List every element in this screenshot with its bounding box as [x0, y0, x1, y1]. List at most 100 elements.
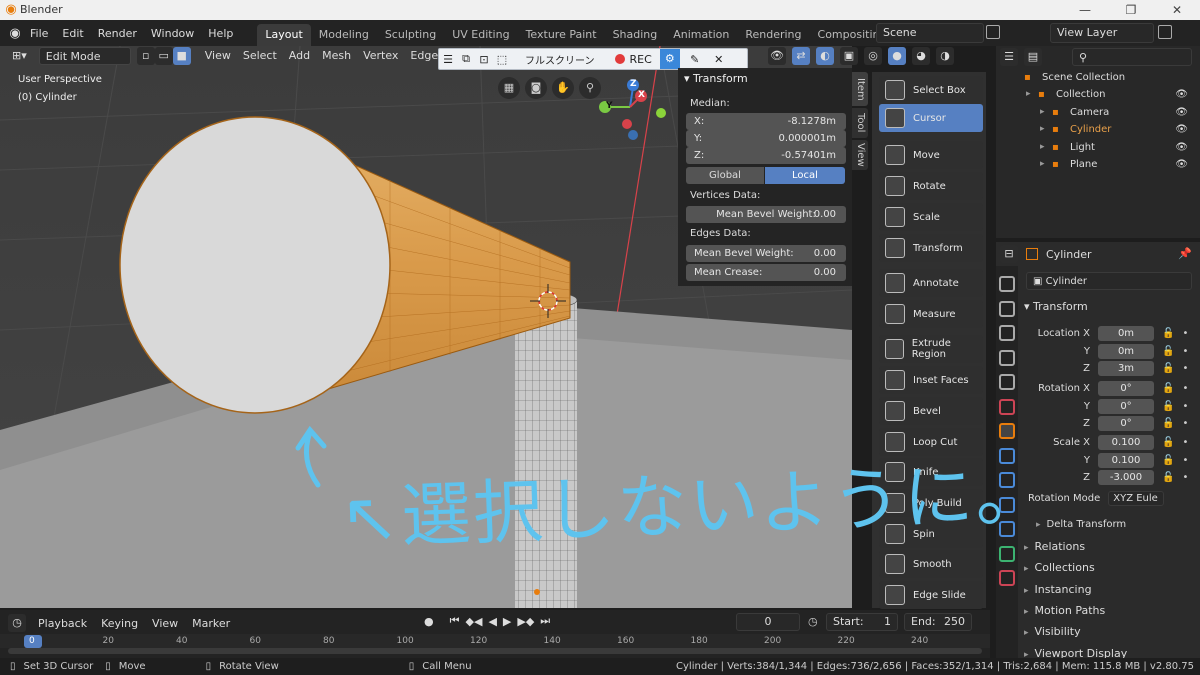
close-window-button[interactable]: ✕: [1154, 0, 1200, 20]
lock-icon[interactable]: 🔓: [1162, 418, 1174, 429]
keyframe-dot-icon[interactable]: •: [1182, 418, 1188, 429]
visibility-eye-icon[interactable]: 👁: [1175, 156, 1188, 173]
tool-select-box[interactable]: Select Box: [879, 76, 983, 104]
vertex-bevel-field[interactable]: Mean Bevel Weight: 0.00: [686, 206, 846, 223]
scene-icon[interactable]: [999, 374, 1015, 390]
global-toggle[interactable]: Global: [686, 167, 764, 184]
tool-transform[interactable]: Transform: [879, 234, 983, 262]
scale-field[interactable]: 0.100: [1098, 452, 1154, 468]
play-reverse-icon[interactable]: ◀: [488, 615, 496, 628]
gizmo-toggle-icon[interactable]: ⇄: [792, 47, 810, 65]
rot-field[interactable]: 0°: [1098, 398, 1154, 414]
lock-icon[interactable]: 🔓: [1162, 401, 1174, 412]
fullscreen-button[interactable]: フルスクリーン: [525, 52, 595, 67]
tool-annotate[interactable]: Annotate: [879, 269, 983, 297]
workspace-tab-uv-editing[interactable]: UV Editing: [444, 24, 517, 46]
tab-item[interactable]: Item: [852, 72, 868, 106]
solid-shading-icon[interactable]: ●: [888, 47, 906, 65]
timeline-menu-playback[interactable]: Playback: [38, 617, 87, 630]
visibility-eye-icon[interactable]: 👁: [1175, 86, 1188, 103]
expand-arrow-icon[interactable]: ▸: [1040, 104, 1052, 121]
window-icon[interactable]: ⧉: [457, 52, 475, 66]
section-motion-paths[interactable]: ▸ Motion Paths: [1024, 604, 1105, 617]
mean-crease-field[interactable]: Mean Crease: 0.00: [686, 264, 846, 281]
keyframe-dot-icon[interactable]: •: [1182, 328, 1188, 339]
vertex-select-icon[interactable]: ▫: [136, 47, 155, 65]
object-icon[interactable]: [999, 423, 1015, 439]
prev-keyframe-icon[interactable]: ◆◀: [466, 615, 483, 628]
local-toggle[interactable]: Local: [765, 167, 845, 184]
keyframe-dot-icon[interactable]: •: [1182, 437, 1188, 448]
workspace-tab-layout[interactable]: Layout: [257, 24, 311, 46]
tool-cursor[interactable]: Cursor: [879, 104, 983, 132]
new-view-layer-icon[interactable]: [1158, 25, 1172, 39]
tool-settings-icon[interactable]: [999, 276, 1015, 292]
rotation-mode-select[interactable]: XYZ Eule: [1108, 491, 1165, 506]
lock-icon[interactable]: 🔓: [1162, 455, 1174, 466]
median-y-field[interactable]: Y: 0.000001m: [686, 130, 846, 147]
settings-gear-icon[interactable]: ⚙: [659, 49, 680, 69]
start-frame-field[interactable]: Start: 1: [826, 613, 898, 631]
outliner-item-plane[interactable]: ▸ ▪ Plane 👁: [1000, 156, 1196, 173]
workspace-tab-texture-paint[interactable]: Texture Paint: [518, 24, 605, 46]
keyframe-dot-icon[interactable]: •: [1182, 472, 1188, 483]
pan-hand-icon[interactable]: ✋: [552, 77, 574, 99]
keyframe-dot-icon[interactable]: •: [1182, 363, 1188, 374]
new-scene-icon[interactable]: [986, 25, 1000, 39]
zoom-icon[interactable]: ⚲: [579, 77, 601, 99]
outliner-item-cylinder[interactable]: ▸ ▪ Cylinder 👁: [1000, 121, 1196, 138]
keyframe-dot-icon[interactable]: •: [1182, 401, 1188, 412]
rendered-shading-icon[interactable]: ◑: [936, 47, 954, 65]
region-icon[interactable]: ⊡: [475, 53, 493, 66]
scene-selector[interactable]: Scene: [876, 23, 984, 43]
maximize-button[interactable]: ❐: [1108, 0, 1154, 20]
visibility-eye-icon[interactable]: 👁: [1175, 121, 1188, 138]
loc-field[interactable]: 3m: [1098, 361, 1154, 376]
next-keyframe-icon[interactable]: ▶◆: [517, 615, 534, 628]
lock-icon[interactable]: 🔓: [1162, 346, 1174, 357]
workspace-tab-sculpting[interactable]: Sculpting: [377, 24, 444, 46]
xray-toggle-icon[interactable]: ▣: [840, 47, 858, 65]
close-recorder-icon[interactable]: ✕: [710, 53, 728, 66]
material-icon[interactable]: [999, 570, 1015, 586]
tool-measure[interactable]: Measure: [879, 300, 983, 328]
viewport-menu-select[interactable]: Select: [237, 47, 283, 65]
section-delta-transform[interactable]: ▸ Delta Transform: [1036, 519, 1126, 530]
end-frame-field[interactable]: End: 250: [904, 613, 972, 631]
menu-file[interactable]: File: [30, 27, 48, 40]
menu-render[interactable]: Render: [98, 27, 137, 40]
tool-inset-faces[interactable]: Inset Faces: [879, 366, 983, 394]
view-layer-selector[interactable]: View Layer: [1050, 23, 1154, 43]
workspace-tab-rendering[interactable]: Rendering: [737, 24, 809, 46]
mode-selector[interactable]: Edit Mode: [38, 47, 131, 65]
pin-icon[interactable]: 📌: [1178, 247, 1192, 260]
expand-arrow-icon[interactable]: ▸: [1040, 121, 1052, 138]
timeline-scrollbar[interactable]: [8, 648, 982, 654]
rot-field[interactable]: 0°: [1098, 381, 1154, 396]
overlay-toggle-icon[interactable]: ◐: [816, 47, 834, 65]
lock-icon[interactable]: 🔓: [1162, 383, 1174, 394]
timeline-menu-view[interactable]: View: [152, 617, 178, 630]
tab-view[interactable]: View: [852, 140, 868, 170]
scale-field[interactable]: 0.100: [1098, 435, 1154, 450]
section-instancing[interactable]: ▸ Instancing: [1024, 583, 1092, 596]
output-icon[interactable]: [999, 325, 1015, 341]
tool-rotate[interactable]: Rotate: [879, 172, 983, 200]
lock-icon[interactable]: 🔓: [1162, 363, 1174, 374]
play-icon[interactable]: ▶: [503, 615, 511, 628]
rot-field[interactable]: 0°: [1098, 416, 1154, 431]
current-frame-field[interactable]: 0: [736, 613, 800, 631]
camera-view-icon[interactable]: ◙: [525, 77, 547, 99]
jump-end-icon[interactable]: ⏭: [540, 614, 550, 628]
tool-edge-slide[interactable]: Edge Slide: [879, 581, 983, 609]
median-x-field[interactable]: X: -8.1278m: [686, 113, 846, 130]
workspace-tab-shading[interactable]: Shading: [605, 24, 666, 46]
jump-start-icon[interactable]: ⏮: [450, 614, 460, 628]
keyframe-dot-icon[interactable]: •: [1182, 455, 1188, 466]
viewport-menu-view[interactable]: View: [199, 47, 237, 65]
lock-icon[interactable]: 🔓: [1162, 437, 1174, 448]
menu-window[interactable]: Window: [151, 27, 194, 40]
face-select-icon[interactable]: ■: [172, 47, 191, 65]
expand-arrow-icon[interactable]: ▸: [1026, 86, 1038, 103]
transform-panel-title[interactable]: ▾ Transform: [684, 72, 748, 85]
